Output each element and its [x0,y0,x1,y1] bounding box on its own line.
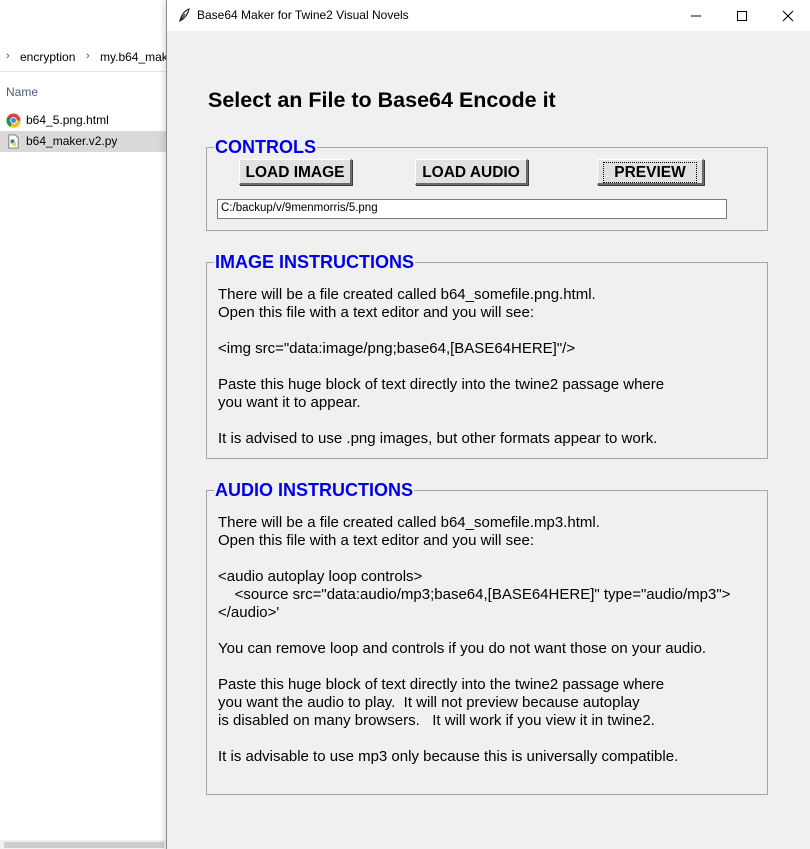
maximize-button[interactable] [719,0,765,31]
instruction-line: Open this file with a text editor and yo… [218,304,534,321]
python-file-icon [8,134,19,149]
scrollbar-thumb[interactable] [4,842,164,848]
chrome-icon [6,113,21,128]
controls-title: CONTROLS [214,136,317,158]
close-icon [782,10,794,22]
instruction-line: is disabled on many browsers. It will wo… [218,712,655,729]
file-explorer-background: › encryption › my.b64_mak Name b64_5.png… [0,0,170,849]
instruction-line: you want it to appear. [218,394,361,411]
breadcrumb-item-folder[interactable]: my.b64_mak [100,50,168,64]
image-instructions-frame: IMAGE INSTRUCTIONS There will be a file … [206,251,768,459]
image-instructions-title: IMAGE INSTRUCTIONS [214,251,416,273]
maximize-icon [737,11,747,21]
instruction-line: <audio autoplay loop controls> [218,568,423,585]
instruction-line: You can remove loop and controls if you … [218,640,707,657]
column-header-name[interactable]: Name [6,85,38,99]
list-item-file[interactable]: b64_5.png.html [0,110,170,131]
preview-button[interactable]: PREVIEW [597,159,704,185]
page-title: Select an File to Base64 Encode it [208,88,556,112]
breadcrumb-item-encryption[interactable]: encryption [20,50,75,64]
breadcrumb: › encryption › my.b64_mak [0,46,170,68]
instruction-line: There will be a file created called b64_… [218,286,596,303]
load-image-button[interactable]: LOAD IMAGE [239,159,352,185]
file-name: b64_maker.v2.py [26,134,118,148]
instruction-line: It is advisable to use mp3 only because … [218,748,679,765]
instruction-line: There will be a file created called b64_… [218,514,600,531]
instruction-line: <img src="data:image/png;base64,[BASE64H… [218,340,576,357]
controls-frame: CONTROLS LOAD IMAGE LOAD AUDIO PREVIEW C… [206,136,768,231]
audio-instructions-frame: AUDIO INSTRUCTIONS There will be a file … [206,479,768,795]
chevron-right-icon: › [86,50,90,62]
divider [0,71,170,72]
app-window: Base64 Maker for Twine2 Visual Novels Se… [166,0,810,849]
close-button[interactable] [765,0,810,31]
instruction-line: Open this file with a text editor and yo… [218,532,534,549]
feather-icon [179,8,190,22]
title-bar[interactable]: Base64 Maker for Twine2 Visual Novels [167,0,810,31]
chevron-right-icon: › [6,50,10,62]
file-path-field[interactable]: C:/backup/v/9menmorris/5.png [217,199,727,219]
instruction-line: Paste this huge block of text directly i… [218,676,665,693]
audio-instructions-title: AUDIO INSTRUCTIONS [214,479,414,501]
instruction-line: It is advised to use .png images, but ot… [218,430,658,447]
file-name: b64_5.png.html [26,113,109,127]
instruction-line: Paste this huge block of text directly i… [218,376,665,393]
window-title: Base64 Maker for Twine2 Visual Novels [197,8,409,22]
minimize-icon [691,15,701,17]
minimize-button[interactable] [673,0,719,31]
preview-button-label: PREVIEW [603,162,697,183]
load-audio-button[interactable]: LOAD AUDIO [415,159,528,185]
instruction-line: <source src="data:audio/mp3;base64,[BASE… [218,586,731,603]
instruction-line: you want the audio to play. It will not … [218,694,640,711]
instruction-line: </audio>' [218,604,280,621]
list-item-file-selected[interactable]: b64_maker.v2.py [0,131,170,152]
